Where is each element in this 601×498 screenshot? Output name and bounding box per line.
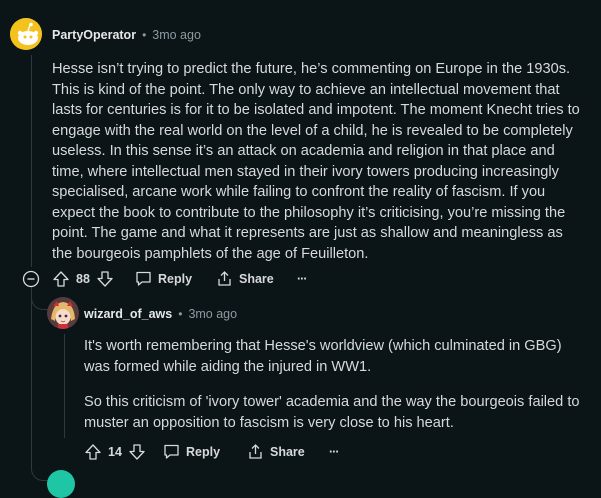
timestamp[interactable]: 3mo ago bbox=[152, 28, 201, 42]
share-icon bbox=[216, 270, 233, 287]
reply-label: Reply bbox=[186, 444, 221, 459]
avatar[interactable] bbox=[47, 470, 75, 498]
reply-body-paragraph-2: So this criticism of 'ivory tower' acade… bbox=[84, 394, 580, 431]
downvote-icon[interactable] bbox=[128, 443, 146, 461]
thread-branch-next bbox=[31, 455, 50, 481]
reply-label: Reply bbox=[158, 271, 193, 286]
reply-thread-line bbox=[64, 334, 65, 438]
anime-avatar-icon bbox=[47, 297, 79, 329]
collapse-icon[interactable] bbox=[22, 270, 40, 288]
thread-line bbox=[31, 55, 32, 267]
username[interactable]: PartyOperator bbox=[52, 28, 136, 42]
thread-line-continued bbox=[31, 290, 32, 458]
avatar[interactable] bbox=[10, 18, 42, 50]
reply-button[interactable]: Reply bbox=[163, 443, 220, 460]
comment-meta: PartyOperator • 3mo ago bbox=[52, 28, 201, 42]
snoo-avatar-icon bbox=[10, 18, 42, 50]
separator-dot: • bbox=[142, 28, 147, 42]
share-button[interactable]: Share bbox=[216, 270, 274, 287]
timestamp[interactable]: 3mo ago bbox=[188, 307, 237, 321]
more-options-button[interactable]: ··· bbox=[329, 445, 339, 459]
share-icon bbox=[247, 443, 264, 460]
reply-body-paragraph-1: It's worth remembering that Hesse's worl… bbox=[84, 338, 562, 375]
upvote-icon[interactable] bbox=[52, 270, 70, 288]
more-options-button[interactable]: ··· bbox=[297, 272, 307, 286]
reply-button[interactable]: Reply bbox=[135, 270, 192, 287]
share-label: Share bbox=[239, 271, 274, 286]
separator-dot: • bbox=[178, 307, 183, 321]
vote-count: 88 bbox=[76, 272, 90, 286]
comment-bubble-icon bbox=[163, 443, 180, 460]
username[interactable]: wizard_of_aws bbox=[84, 307, 172, 321]
share-button[interactable]: Share bbox=[247, 443, 305, 460]
share-label: Share bbox=[270, 444, 305, 459]
downvote-icon[interactable] bbox=[96, 270, 114, 288]
comment-bubble-icon bbox=[135, 270, 152, 287]
avatar[interactable] bbox=[47, 297, 79, 329]
comment-body: Hesse isn’t trying to predict the future… bbox=[52, 61, 580, 262]
reply-meta: wizard_of_aws • 3mo ago bbox=[84, 307, 237, 321]
vote-count: 14 bbox=[108, 445, 122, 459]
upvote-icon[interactable] bbox=[84, 443, 102, 461]
